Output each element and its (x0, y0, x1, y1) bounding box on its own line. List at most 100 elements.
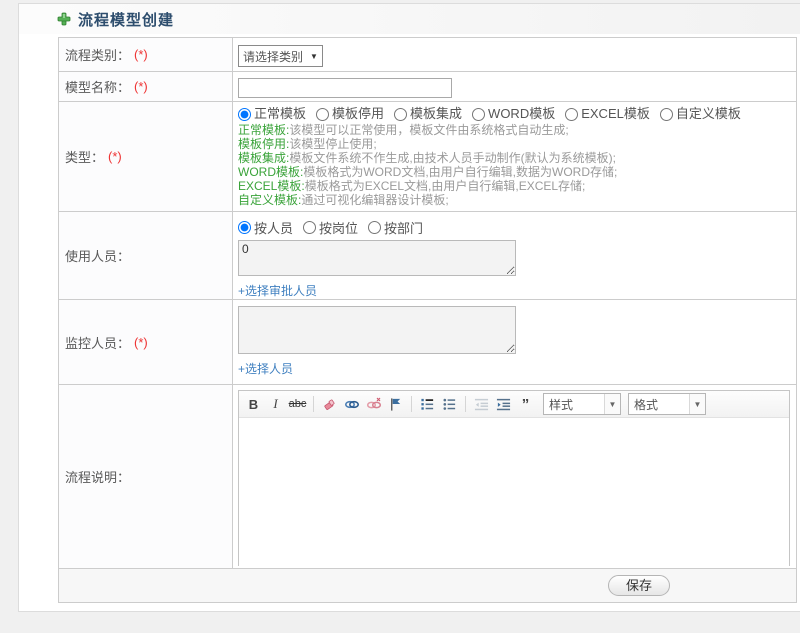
radio-word-template-label: WORD模板 (488, 106, 556, 121)
radio-excel-template-label: EXCEL模板 (581, 106, 650, 121)
chevron-down-icon: ▼ (310, 51, 318, 61)
radio-normal-template-label: 正常模板 (254, 106, 307, 121)
category-select[interactable]: 请选择类别 ▼ (238, 45, 323, 67)
radio-template-disabled-label: 模板停用 (332, 106, 385, 121)
radio-template-disabled[interactable]: 模板停用 (316, 107, 384, 121)
rich-text-editor: B I abc ” 样式 ▼ 格式 ▼ (238, 390, 790, 567)
type-desc-3: 模板集成:模板文件系统不作生成,由技术人员手动制作(默认为系统模板); (238, 151, 796, 165)
type-required-mark: (*) (108, 149, 122, 164)
radio-by-person[interactable]: 按人员 (238, 218, 293, 237)
monitors-textarea[interactable] (238, 306, 516, 354)
radio-by-department-label: 按部门 (384, 221, 424, 236)
type-desc-4-text: 模板格式为WORD文档,由用户自行编辑,数据为WORD存储; (303, 165, 618, 179)
type-label-cell: 类型： (*) (59, 102, 233, 211)
chevron-down-icon: ▼ (604, 394, 620, 414)
unordered-list-icon[interactable] (439, 394, 460, 414)
radio-normal-template-input[interactable] (238, 107, 251, 121)
type-desc-3-text: 模板文件系统不作生成,由技术人员手动制作(默认为系统模板); (289, 151, 617, 165)
radio-word-template[interactable]: WORD模板 (472, 107, 555, 121)
toolbar-separator (411, 396, 412, 412)
monitors-label-cell: 监控人员： (*) (59, 300, 233, 384)
category-select-value: 请选择类别 (243, 49, 304, 64)
monitors-note: 注：是指可以管理此下模型流程的人员 (238, 382, 796, 384)
description-label-cell: 流程说明： (59, 385, 233, 568)
radio-template-integrated-input[interactable] (394, 107, 408, 121)
style-dropdown-value: 样式 (549, 397, 574, 412)
footer-row: 保存 (59, 569, 796, 603)
blockquote-button[interactable]: ” (515, 394, 536, 414)
radio-by-position[interactable]: 按岗位 (303, 218, 358, 237)
radio-excel-template-input[interactable] (565, 107, 579, 121)
type-desc-2-text: 该模型停止使用; (289, 137, 377, 151)
radio-word-template-input[interactable] (472, 107, 486, 121)
model-name-input[interactable] (238, 78, 452, 98)
editor-toolbar: B I abc ” 样式 ▼ 格式 ▼ (239, 391, 789, 418)
row-users: 使用人员： 按人员 按岗位 按部门 0 +选择审批人员 (59, 212, 796, 300)
row-description: 流程说明： B I abc ” 样式 ▼ 格式 ▼ (59, 385, 796, 569)
select-approvers-link[interactable]: +选择审批人员 (238, 282, 317, 299)
save-button[interactable]: 保存 (608, 575, 670, 596)
users-label-cell: 使用人员： (59, 212, 233, 299)
type-desc-2: 模板停用:该模型停止使用; (238, 137, 796, 151)
description-label: 流程说明： (65, 470, 131, 485)
users-label: 使用人员： (65, 249, 131, 264)
type-desc-5-name: EXCEL模板: (238, 179, 305, 193)
strikethrough-button[interactable]: abc (287, 394, 308, 414)
radio-by-position-input[interactable] (303, 221, 317, 234)
style-dropdown[interactable]: 样式 ▼ (543, 393, 621, 415)
type-label: 类型： (65, 150, 105, 165)
category-label-cell: 流程类别： (*) (59, 38, 233, 71)
radio-template-disabled-input[interactable] (316, 107, 330, 121)
indent-icon[interactable] (493, 394, 514, 414)
users-cell: 按人员 按岗位 按部门 0 +选择审批人员 注：是指允许使用此模型的人员 (233, 212, 796, 299)
users-textarea[interactable]: 0 (238, 240, 516, 276)
bold-button[interactable]: B (243, 394, 264, 414)
remove-format-icon[interactable] (319, 394, 340, 414)
anchor-flag-icon[interactable] (385, 394, 406, 414)
page: 流程模型创建 流程类别： (*) 请选择类别 ▼ 模型名称： (*) 类型： (… (0, 0, 800, 633)
row-model-name: 模型名称： (*) (59, 72, 796, 102)
format-dropdown[interactable]: 格式 ▼ (628, 393, 706, 415)
form-table: 流程类别： (*) 请选择类别 ▼ 模型名称： (*) 类型： (*) 正常模板… (58, 37, 797, 603)
toolbar-separator (465, 396, 466, 412)
page-header: 流程模型创建 (19, 4, 800, 34)
outdent-icon[interactable] (471, 394, 492, 414)
link-icon[interactable] (341, 394, 362, 414)
radio-template-integrated[interactable]: 模板集成 (394, 107, 462, 121)
radio-by-department-input[interactable] (368, 221, 382, 234)
editor-content-area[interactable] (239, 418, 789, 567)
type-desc-4-name: WORD模板: (238, 165, 304, 179)
type-desc-2-name: 模板停用: (238, 137, 290, 151)
type-radio-group: 正常模板 模板停用 模板集成 WORD模板 EXCEL模板 自定义模板 (238, 107, 796, 121)
radio-custom-template-label: 自定义模板 (675, 106, 741, 121)
radio-by-person-input[interactable] (238, 221, 251, 234)
description-cell: B I abc ” 样式 ▼ 格式 ▼ (233, 385, 796, 568)
row-monitors: 监控人员： (*) +选择人员 注：是指可以管理此下模型流程的人员 (59, 300, 796, 385)
model-name-label-cell: 模型名称： (*) (59, 72, 233, 101)
page-title: 流程模型创建 (78, 11, 175, 29)
type-desc-5-text: 模板格式为EXCEL文档,由用户自行编辑,EXCEL存储; (304, 179, 586, 193)
add-plus-icon (57, 12, 71, 26)
type-desc-4: WORD模板:模板格式为WORD文档,由用户自行编辑,数据为WORD存储; (238, 165, 796, 179)
italic-button[interactable]: I (265, 394, 286, 414)
model-name-cell (233, 72, 796, 101)
radio-excel-template[interactable]: EXCEL模板 (565, 107, 650, 121)
monitors-required-mark: (*) (134, 334, 148, 350)
unlink-icon[interactable] (363, 394, 384, 414)
type-desc-3-name: 模板集成: (238, 151, 290, 165)
type-cell: 正常模板 模板停用 模板集成 WORD模板 EXCEL模板 自定义模板 正常模板… (233, 102, 796, 211)
category-label: 流程类别： (65, 48, 131, 63)
radio-custom-template-input[interactable] (659, 107, 673, 121)
radio-normal-template[interactable]: 正常模板 (238, 107, 306, 121)
type-desc-6-name: 自定义模板: (238, 193, 302, 207)
type-desc-5: EXCEL模板:模板格式为EXCEL文档,由用户自行编辑,EXCEL存储; (238, 179, 796, 193)
row-type: 类型： (*) 正常模板 模板停用 模板集成 WORD模板 EXCEL模板 自定… (59, 102, 796, 212)
select-people-link[interactable]: +选择人员 (238, 360, 293, 377)
radio-by-person-label: 按人员 (254, 221, 294, 236)
radio-by-position-label: 按岗位 (319, 221, 359, 236)
users-radio-group: 按人员 按岗位 按部门 (238, 218, 796, 237)
radio-custom-template[interactable]: 自定义模板 (659, 106, 741, 121)
model-name-label: 模型名称： (65, 80, 131, 95)
radio-by-department[interactable]: 按部门 (368, 218, 423, 237)
ordered-list-icon[interactable] (417, 394, 438, 414)
